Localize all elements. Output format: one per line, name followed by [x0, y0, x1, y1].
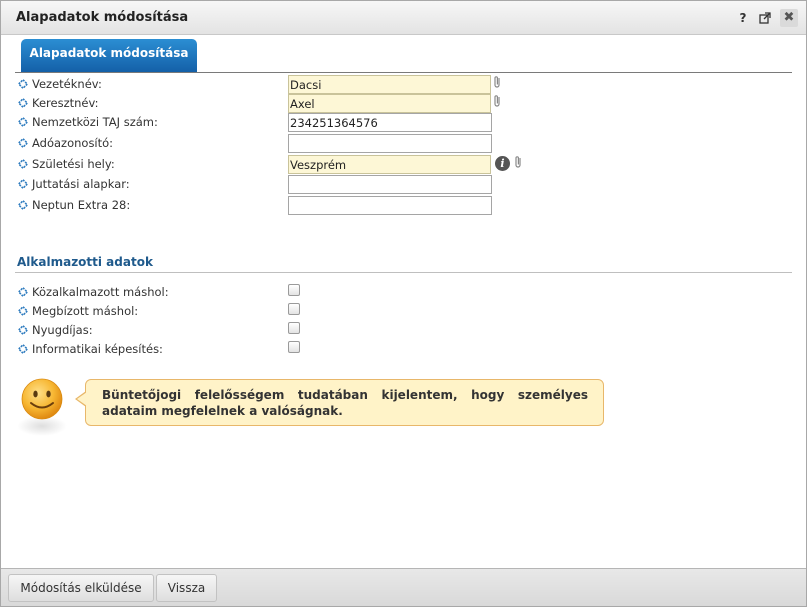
field-label: Neptun Extra 28: — [32, 198, 131, 212]
titlebar: Alapadatok módosítása ? ✖ — [1, 1, 806, 35]
field-label: Születési hely: — [32, 157, 115, 171]
diamond-bullet-icon — [18, 200, 28, 210]
info-icon[interactable]: i — [495, 156, 510, 171]
benefit-base-field[interactable] — [288, 175, 492, 194]
field-label: Keresztnév: — [32, 96, 99, 110]
field-label: Adóazonosító: — [32, 136, 114, 150]
smiley-icon — [21, 378, 63, 420]
checkbox-label: Megbízott máshol: — [32, 304, 139, 318]
diamond-bullet-icon — [18, 179, 28, 189]
field-label: Vezetéknév: — [32, 77, 102, 91]
contractor-elsewhere-checkbox[interactable] — [288, 303, 300, 315]
diamond-bullet-icon — [18, 287, 28, 297]
declaration-notice: Büntetőjogi felelősségem tudatában kijel… — [85, 379, 604, 426]
checkbox-label: Informatikai képesítés: — [32, 342, 163, 356]
back-button[interactable]: Vissza — [156, 574, 217, 602]
close-icon[interactable]: ✖ — [780, 9, 798, 27]
paperclip-icon[interactable] — [514, 155, 523, 169]
diamond-bullet-icon — [18, 344, 28, 354]
tab-basic-data[interactable]: Alapadatok módosítása — [21, 39, 197, 72]
paperclip-icon[interactable] — [493, 75, 502, 89]
diamond-bullet-icon — [18, 325, 28, 335]
section-divider — [15, 272, 792, 273]
diamond-bullet-icon — [18, 306, 28, 316]
field-label: Juttatási alapkar: — [32, 177, 130, 191]
pensioner-checkbox[interactable] — [288, 322, 300, 334]
paperclip-icon[interactable] — [493, 94, 502, 108]
section-title: Alkalmazotti adatok — [17, 255, 153, 269]
submit-changes-button[interactable]: Módosítás elküldése — [8, 574, 154, 602]
diamond-bullet-icon — [18, 159, 28, 169]
tab-bar: Alapadatok módosítása — [15, 39, 792, 73]
speech-bubble-pointer-fill — [77, 392, 87, 406]
diamond-bullet-icon — [18, 138, 28, 148]
it-qualification-checkbox[interactable] — [288, 341, 300, 353]
checkbox-label: Közalkalmazott máshol: — [32, 285, 169, 299]
birthplace-field[interactable]: Veszprém — [288, 155, 491, 174]
neptun-extra-field[interactable] — [288, 196, 492, 215]
popout-icon[interactable] — [757, 10, 773, 26]
taj-number-field[interactable]: 234251364576 — [288, 113, 492, 132]
diamond-bullet-icon — [18, 98, 28, 108]
diamond-bullet-icon — [18, 117, 28, 127]
window-title: Alapadatok módosítása — [16, 10, 189, 25]
footer-toolbar: Módosítás elküldése Vissza — [1, 568, 806, 606]
public-employee-checkbox[interactable] — [288, 284, 300, 296]
firstname-field[interactable]: Axel — [288, 94, 491, 113]
field-label: Nemzetközi TAJ szám: — [32, 115, 158, 129]
checkbox-label: Nyugdíjas: — [32, 323, 93, 337]
tax-id-field[interactable] — [288, 134, 492, 153]
lastname-field[interactable]: Dacsi — [288, 75, 491, 94]
dialog-window: Alapadatok módosítása ? ✖ Alapadatok mód… — [0, 0, 807, 607]
diamond-bullet-icon — [18, 79, 28, 89]
help-icon[interactable]: ? — [735, 10, 751, 26]
